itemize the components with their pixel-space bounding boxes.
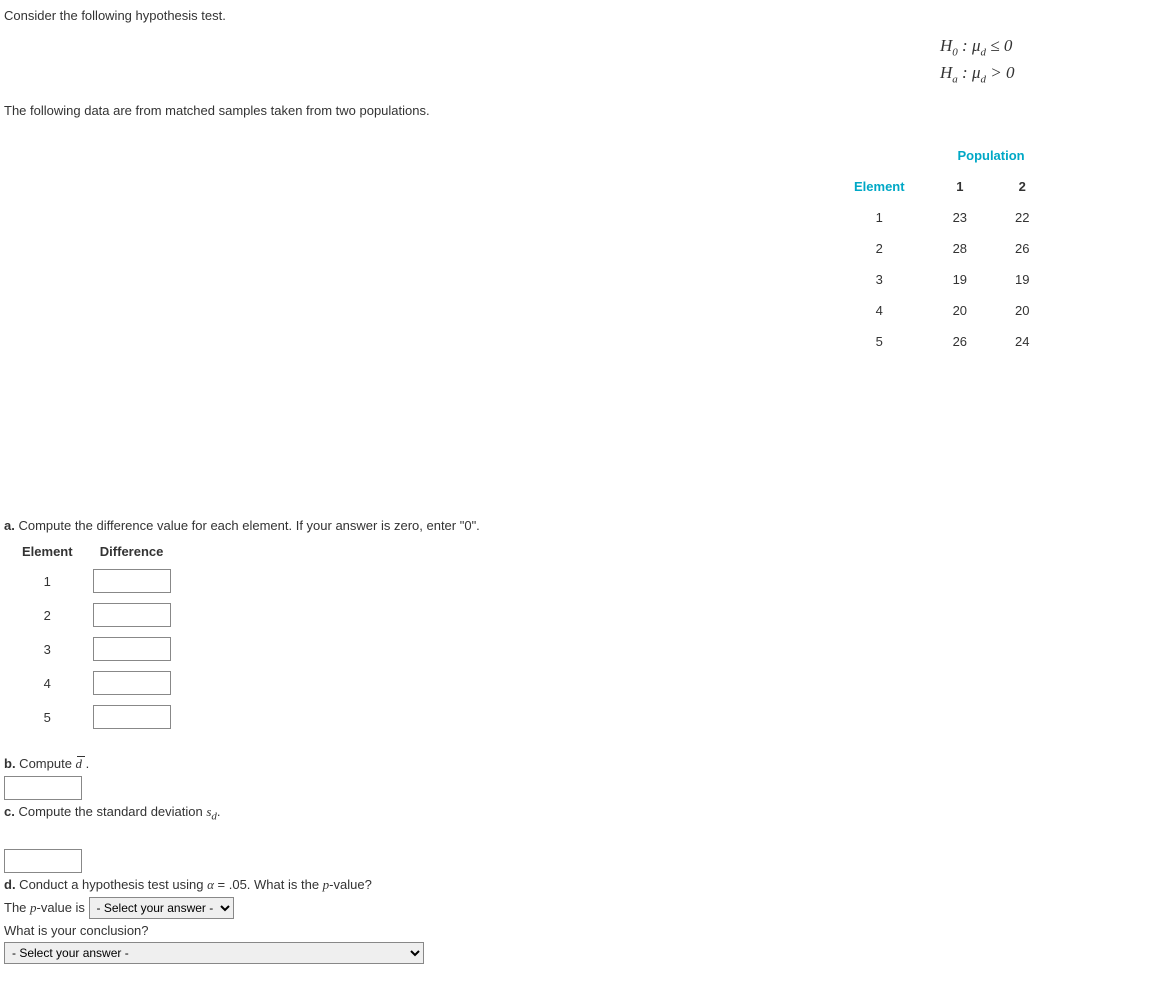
- diff-row: 2: [12, 598, 181, 632]
- ha-line: Ha : μd > 0: [940, 61, 1014, 88]
- part-c-prompt: c. Compute the standard deviation sd.: [4, 804, 1156, 823]
- intro-line-2: The following data are from matched samp…: [4, 103, 1156, 118]
- table-row: 31919: [830, 264, 1054, 295]
- sd-input[interactable]: [4, 849, 82, 873]
- conclusion-select[interactable]: - Select your answer -: [4, 942, 424, 964]
- population-data-table: Population Element 1 2 12322 22826 31919…: [830, 140, 1054, 357]
- dbar-input[interactable]: [4, 776, 82, 800]
- h0-line: H0 : μd ≤ 0: [940, 34, 1014, 61]
- diff-input-2[interactable]: [93, 603, 171, 627]
- conclusion-prompt: What is your conclusion?: [4, 923, 1156, 938]
- col-2-header: 2: [991, 171, 1053, 202]
- table-row: 52624: [830, 326, 1054, 357]
- diff-row: 4: [12, 666, 181, 700]
- diff-input-3[interactable]: [93, 637, 171, 661]
- population-header: Population: [929, 140, 1054, 171]
- diff-row: 3: [12, 632, 181, 666]
- diff-input-1[interactable]: [93, 569, 171, 593]
- diff-element-header: Element: [12, 539, 83, 564]
- col-1-header: 1: [929, 171, 991, 202]
- element-header: Element: [830, 171, 929, 202]
- difference-table: Element Difference 1 2 3 4 5: [12, 539, 181, 734]
- pvalue-line: The p-value is - Select your answer -: [4, 897, 1156, 919]
- intro-line-1: Consider the following hypothesis test.: [4, 8, 1156, 23]
- diff-row: 1: [12, 564, 181, 598]
- diff-input-5[interactable]: [93, 705, 171, 729]
- diff-row: 5: [12, 700, 181, 734]
- diff-input-4[interactable]: [93, 671, 171, 695]
- pvalue-select[interactable]: - Select your answer -: [89, 897, 234, 919]
- table-row: 42020: [830, 295, 1054, 326]
- diff-diff-header: Difference: [83, 539, 181, 564]
- part-a-prompt: a. Compute the difference value for each…: [4, 518, 1156, 533]
- table-row: 12322: [830, 202, 1054, 233]
- table-row: 22826: [830, 233, 1054, 264]
- part-d-prompt: d. Conduct a hypothesis test using α = .…: [4, 877, 1156, 893]
- part-b-prompt: b. Compute d .: [4, 756, 1156, 772]
- hypotheses-block: H0 : μd ≤ 0 Ha : μd > 0: [940, 34, 1014, 88]
